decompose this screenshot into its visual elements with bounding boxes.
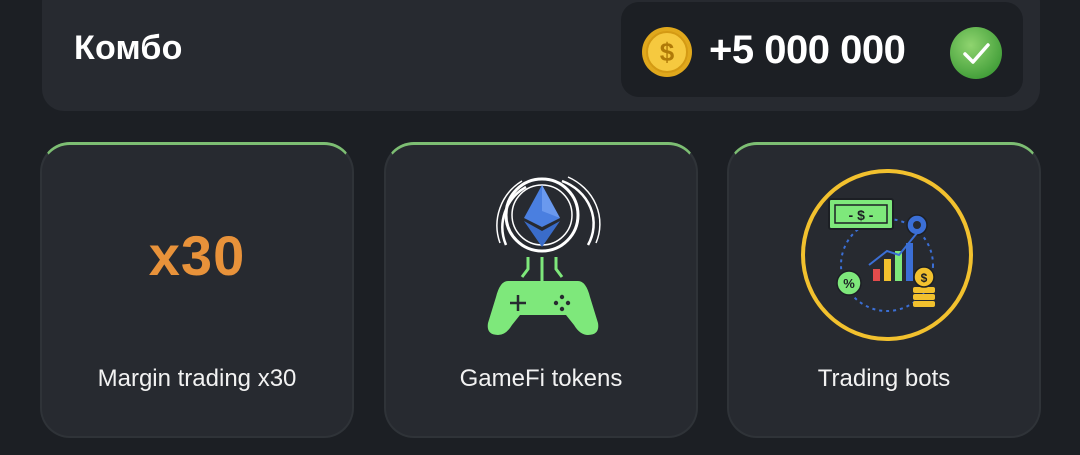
combo-card-trading-bots[interactable]: - $ - % $ Trading bots	[727, 142, 1041, 438]
combo-header: Комбо $ +5 000 000	[42, 0, 1040, 111]
checkmark-icon	[950, 27, 1002, 79]
card-label: Margin trading x30	[97, 365, 297, 392]
svg-text:%: %	[843, 276, 855, 291]
dollar-coin-icon: $	[642, 27, 692, 77]
svg-text:$: $	[921, 271, 928, 285]
ethereum-gamepad-icon	[487, 176, 601, 335]
svg-text:- $ -: - $ -	[849, 207, 874, 223]
card-label: Trading bots	[817, 365, 951, 392]
svg-text:$: $	[660, 37, 675, 67]
card-label: GameFi tokens	[459, 365, 623, 392]
combo-reward-amount: +5 000 000	[709, 28, 906, 72]
combo-title: Комбо	[74, 29, 183, 67]
trading-bots-icon: - $ - % $	[801, 169, 973, 341]
combo-card-gamefi-tokens[interactable]: GameFi tokens	[384, 142, 698, 438]
combo-card-margin-trading[interactable]: x30 Margin trading x30	[40, 142, 354, 438]
combo-reward-pill: $ +5 000 000	[621, 2, 1023, 97]
x30-badge-text: x30	[148, 224, 246, 287]
